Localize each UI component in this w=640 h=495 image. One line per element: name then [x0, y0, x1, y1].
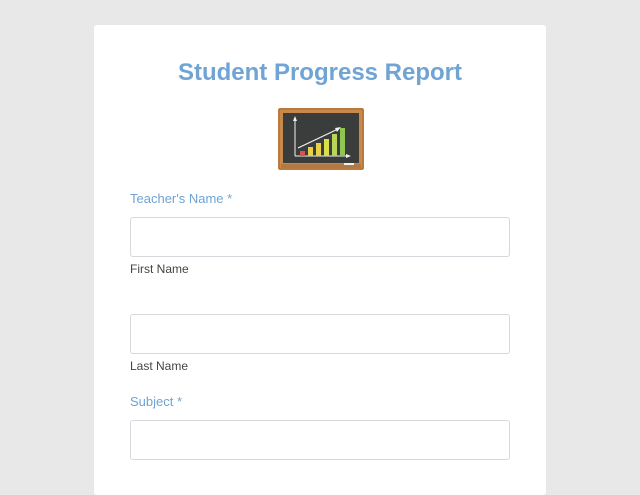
chalkboard-chart-icon [278, 108, 364, 170]
form-card: Student Progress Report Teacher's Name *… [94, 25, 546, 495]
teacher-name-label-text: Teacher's Name [130, 191, 224, 206]
form-title: Student Progress Report [177, 59, 463, 86]
first-name-input[interactable] [130, 217, 510, 257]
subject-input[interactable] [130, 420, 510, 460]
subject-label: Subject * [130, 394, 182, 410]
last-name-sublabel: Last Name [130, 359, 189, 373]
teacher-name-label: Teacher's Name * [130, 191, 232, 207]
required-mark: * [177, 394, 183, 409]
required-mark: * [227, 191, 233, 206]
last-name-input[interactable] [130, 314, 510, 354]
first-name-sublabel: First Name [130, 262, 189, 276]
subject-label-text: Subject [130, 394, 174, 409]
